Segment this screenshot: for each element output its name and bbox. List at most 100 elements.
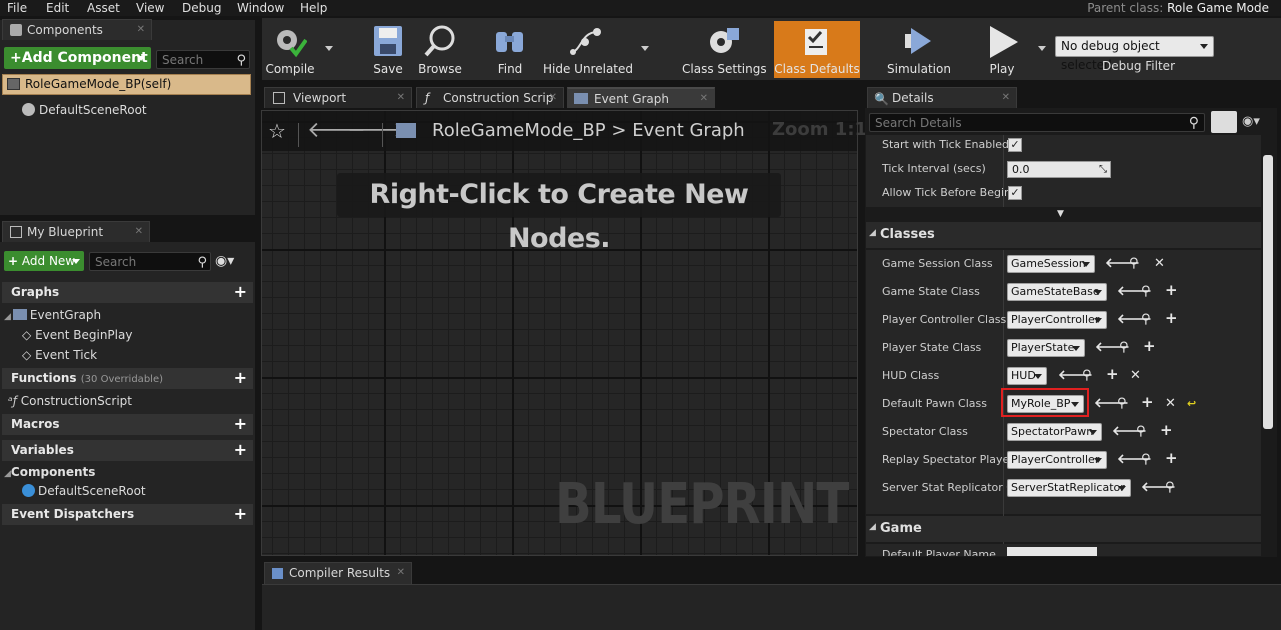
tab-viewport[interactable]: Viewport ✕ (264, 87, 412, 108)
game-state-class-select[interactable]: GameStateBase (1007, 283, 1107, 301)
game-section-header[interactable]: ◢ Game (866, 516, 1261, 542)
hide-unrelated-button[interactable]: Hide Unrelated (543, 20, 633, 78)
clear-x-icon[interactable]: ✕ (1130, 369, 1141, 382)
add-plus-icon[interactable]: + (1165, 283, 1178, 298)
details-tab[interactable]: 🔍 Details ✕ (867, 87, 1017, 108)
game-session-class-select[interactable]: GameSession (1007, 255, 1095, 273)
variables-section[interactable]: Variables + (2, 440, 253, 461)
play-button[interactable]: Play (976, 20, 1028, 78)
star-icon[interactable]: ☆ (268, 119, 286, 143)
save-button[interactable]: Save (366, 20, 410, 78)
add-new-button[interactable]: + Add New (4, 251, 84, 271)
class-defaults-button[interactable]: Class Defaults (774, 21, 860, 78)
debug-object-select[interactable]: No debug object selected (1055, 36, 1214, 72)
spectator-class-select[interactable]: SpectatorPawn (1007, 423, 1102, 441)
browse-magnifier-icon[interactable]: ⚲ (1136, 425, 1146, 438)
close-icon[interactable]: ✕ (137, 20, 145, 40)
compile-button[interactable]: Compile (264, 20, 316, 78)
clear-x-icon[interactable]: ✕ (1165, 397, 1176, 410)
event-dispatchers-section[interactable]: Event Dispatchers + (2, 504, 253, 525)
breadcrumb-blueprint[interactable]: RoleGameMode_BP (432, 120, 606, 141)
hud-class-select[interactable]: HUD (1007, 367, 1047, 385)
functions-section[interactable]: Functions (30 Overridable) + (2, 368, 253, 389)
view-options-icon[interactable] (1211, 111, 1237, 133)
add-dispatcher-icon[interactable]: + (234, 506, 247, 522)
clear-x-icon[interactable]: ✕ (1154, 257, 1165, 270)
chevron-down-icon[interactable] (325, 46, 333, 51)
close-icon[interactable]: ✕ (397, 88, 405, 108)
reset-to-default-icon[interactable]: ↩ (1187, 397, 1196, 410)
menu-window[interactable]: Window (237, 0, 284, 16)
player-state-class-select[interactable]: PlayerState (1007, 339, 1085, 357)
add-plus-icon[interactable]: + (1106, 367, 1119, 382)
my-blueprint-tab[interactable]: My Blueprint ✕ (2, 221, 150, 242)
menu-view[interactable]: View (136, 0, 164, 16)
components-search-input[interactable]: Search ⚲ (156, 50, 250, 69)
add-macro-icon[interactable]: + (234, 416, 247, 432)
my-blueprint-search-input[interactable]: Search ⚲ (89, 252, 211, 271)
tab-construction-script[interactable]: ƒ Construction Scrip ✕ (416, 87, 564, 108)
add-function-icon[interactable]: + (234, 370, 247, 386)
find-button[interactable]: Find (488, 20, 532, 78)
details-search-input[interactable]: Search Details ⚲ (869, 113, 1205, 132)
menu-edit[interactable]: Edit (46, 0, 69, 16)
component-self-item[interactable]: RoleGameMode_BP(self) (2, 74, 251, 95)
add-plus-icon[interactable]: + (1141, 395, 1154, 410)
event-tick-item[interactable]: ◇ Event Tick (22, 348, 97, 362)
macros-section[interactable]: Macros + (2, 414, 253, 435)
close-icon[interactable]: ✕ (700, 89, 708, 109)
add-plus-icon[interactable]: + (1143, 339, 1156, 354)
event-beginplay-item[interactable]: ◇ Event BeginPlay (22, 328, 132, 342)
default-scene-root-item[interactable]: DefaultSceneRoot (22, 484, 146, 498)
graphs-section[interactable]: Graphs + (2, 282, 253, 303)
menu-asset[interactable]: Asset (87, 0, 120, 16)
parent-class-value[interactable]: Role Game Mode (1167, 1, 1269, 15)
server-stat-replicator-select[interactable]: ServerStatReplicator (1007, 479, 1131, 497)
add-plus-icon[interactable]: + (1160, 423, 1173, 438)
browse-magnifier-icon[interactable]: ⚲ (1082, 369, 1092, 382)
breadcrumb-graph[interactable]: Event Graph (632, 120, 745, 141)
browse-magnifier-icon[interactable]: ⚲ (1165, 481, 1175, 494)
close-icon[interactable]: ✕ (1002, 88, 1010, 108)
replay-spectator-select[interactable]: PlayerController (1007, 451, 1107, 469)
construction-script-item[interactable]: ᵃƒ ConstructionScript (8, 394, 132, 408)
components-tab[interactable]: Components ✕ (2, 19, 152, 40)
compiler-results-tab[interactable]: Compiler Results ✕ (264, 562, 412, 584)
add-plus-icon[interactable]: + (1165, 311, 1178, 326)
add-plus-icon[interactable]: + (1165, 451, 1178, 466)
tick-interval-input[interactable]: 0.0 ⤡ (1007, 161, 1111, 178)
event-graph-item[interactable]: ◢ EventGraph (4, 308, 101, 322)
expand-arrow-icon[interactable]: ▼ (1057, 209, 1064, 219)
menu-file[interactable]: File (7, 0, 27, 16)
player-controller-class-select[interactable]: PlayerController (1007, 311, 1107, 329)
chevron-down-icon[interactable] (641, 46, 649, 51)
add-variable-icon[interactable]: + (234, 442, 247, 458)
menu-help[interactable]: Help (300, 0, 327, 16)
component-root-item[interactable]: DefaultSceneRoot (22, 103, 147, 117)
eye-icon[interactable]: ◉▾ (1242, 114, 1260, 129)
close-icon[interactable]: ✕ (135, 222, 143, 242)
browse-button[interactable]: Browse (416, 20, 464, 78)
browse-magnifier-icon[interactable]: ⚲ (1141, 313, 1151, 326)
close-icon[interactable]: ✕ (549, 88, 557, 108)
classes-section-header[interactable]: ◢ Classes (866, 222, 1261, 248)
eye-icon[interactable]: ◉▾ (215, 253, 234, 269)
default-player-name-input[interactable] (1007, 547, 1097, 556)
browse-magnifier-icon[interactable]: ⚲ (1141, 453, 1151, 466)
menu-debug[interactable]: Debug (182, 0, 221, 16)
add-component-button[interactable]: +Add Component (4, 47, 151, 69)
default-pawn-class-select[interactable]: MyRole_BP (1007, 395, 1084, 413)
simulation-button[interactable]: Simulation (886, 20, 952, 78)
browse-magnifier-icon[interactable]: ⚲ (1119, 341, 1129, 354)
chevron-down-icon[interactable] (1038, 46, 1046, 51)
start-tick-checkbox[interactable]: ✓ (1008, 138, 1022, 152)
tab-event-graph[interactable]: Event Graph ✕ (567, 87, 715, 108)
browse-magnifier-icon[interactable]: ⚲ (1129, 257, 1139, 270)
close-icon[interactable]: ✕ (397, 563, 405, 583)
browse-magnifier-icon[interactable]: ⚲ (1141, 285, 1151, 298)
scrollbar-thumb[interactable] (1263, 155, 1273, 429)
allow-tick-checkbox[interactable]: ✓ (1008, 186, 1022, 200)
add-graph-icon[interactable]: + (234, 284, 247, 300)
components-category[interactable]: ◢Components (2, 463, 253, 481)
browse-magnifier-icon[interactable]: ⚲ (1117, 397, 1127, 410)
